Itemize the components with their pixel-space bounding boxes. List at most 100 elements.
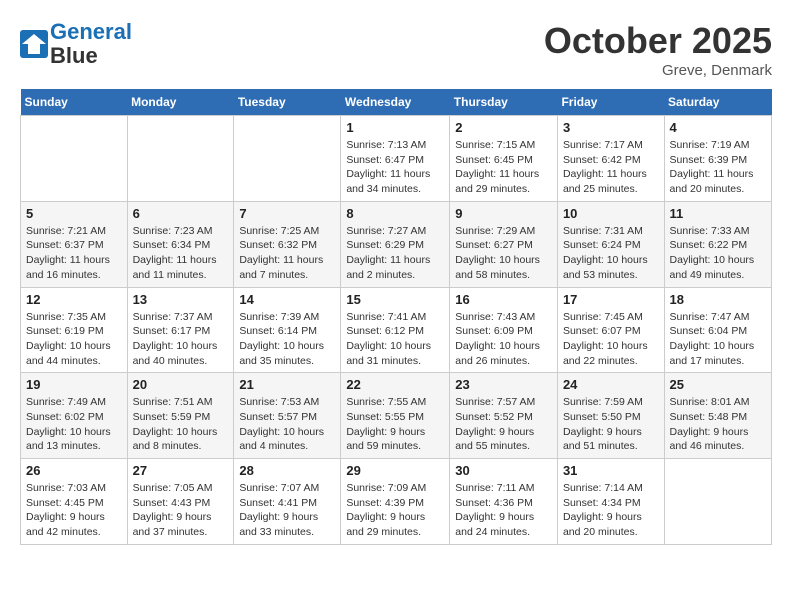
day-info: Sunrise: 7:05 AM Sunset: 4:43 PM Dayligh… [133, 481, 229, 540]
calendar-cell: 11 Sunrise: 7:33 AM Sunset: 6:22 PM Dayli… [664, 201, 771, 287]
calendar-cell [234, 116, 341, 202]
calendar-cell: 22Sunrise: 7:55 AM Sunset: 5:55 PM Dayli… [341, 373, 450, 459]
weekday-header: Wednesday [341, 89, 450, 116]
calendar-cell: 24Sunrise: 7:59 AM Sunset: 5:50 PM Dayli… [557, 373, 664, 459]
calendar-cell: 8Sunrise: 7:27 AM Sunset: 6:29 PM Daylig… [341, 201, 450, 287]
weekday-header: Friday [557, 89, 664, 116]
day-info: Sunrise: 7:25 AM Sunset: 6:32 PM Dayligh… [239, 224, 335, 283]
calendar-cell: 6 Sunrise: 7:23 AM Sunset: 6:34 PM Daylig… [127, 201, 234, 287]
location: Greve, Denmark [544, 62, 772, 79]
weekday-header: Sunday [21, 89, 128, 116]
calendar-cell: 18 Sunrise: 7:47 AM Sunset: 6:04 PM Dayli… [664, 287, 771, 373]
day-number: 9 [455, 206, 552, 221]
day-info: Sunrise: 7:49 AM Sunset: 6:02 PM Dayligh… [26, 395, 122, 454]
day-number: 21 [239, 377, 335, 392]
calendar-week-row: 1 Sunrise: 7:13 AM Sunset: 6:47 PM Daylig… [21, 116, 772, 202]
month-title: October 2025 [544, 20, 772, 62]
calendar-cell: 17 Sunrise: 7:45 AM Sunset: 6:07 PM Dayli… [557, 287, 664, 373]
calendar-cell: 12 Sunrise: 7:35 AM Sunset: 6:19 PM Dayli… [21, 287, 128, 373]
calendar-cell: 16 Sunrise: 7:43 AM Sunset: 6:09 PM Dayli… [450, 287, 558, 373]
day-info: Sunrise: 7:45 AM Sunset: 6:07 PM Dayligh… [563, 310, 659, 369]
calendar-cell: 28 Sunrise: 7:07 AM Sunset: 4:41 PM Dayli… [234, 459, 341, 545]
day-number: 16 [455, 292, 552, 307]
day-info: Sunrise: 7:19 AM Sunset: 6:39 PM Dayligh… [670, 138, 766, 197]
day-number: 17 [563, 292, 659, 307]
day-number: 12 [26, 292, 122, 307]
calendar-cell: 30Sunrise: 7:11 AM Sunset: 4:36 PM Dayli… [450, 459, 558, 545]
day-number: 13 [133, 292, 229, 307]
calendar-table: SundayMondayTuesdayWednesdayThursdayFrid… [20, 89, 772, 545]
day-number: 24 [563, 377, 659, 392]
day-info: Sunrise: 7:43 AM Sunset: 6:09 PM Dayligh… [455, 310, 552, 369]
calendar-cell: 26 Sunrise: 7:03 AM Sunset: 4:45 PM Dayli… [21, 459, 128, 545]
day-number: 31 [563, 463, 659, 478]
day-number: 4 [670, 120, 766, 135]
day-number: 15 [346, 292, 444, 307]
calendar-cell: 15 Sunrise: 7:41 AM Sunset: 6:12 PM Dayli… [341, 287, 450, 373]
calendar-cell [21, 116, 128, 202]
calendar-cell: 21 Sunrise: 7:53 AM Sunset: 5:57 PM Dayli… [234, 373, 341, 459]
day-number: 28 [239, 463, 335, 478]
calendar-week-row: 12 Sunrise: 7:35 AM Sunset: 6:19 PM Dayli… [21, 287, 772, 373]
page-header: General Blue October 2025 Greve, Denmark [20, 20, 772, 79]
day-number: 1 [346, 120, 444, 135]
calendar-cell: 25 Sunrise: 8:01 AM Sunset: 5:48 PM Dayli… [664, 373, 771, 459]
day-info: Sunrise: 8:01 AM Sunset: 5:48 PM Dayligh… [670, 395, 766, 454]
calendar-cell: 13 Sunrise: 7:37 AM Sunset: 6:17 PM Dayli… [127, 287, 234, 373]
day-info: Sunrise: 7:47 AM Sunset: 6:04 PM Dayligh… [670, 310, 766, 369]
day-info: Sunrise: 7:31 AM Sunset: 6:24 PM Dayligh… [563, 224, 659, 283]
day-info: Sunrise: 7:51 AM Sunset: 5:59 PM Dayligh… [133, 395, 229, 454]
day-number: 27 [133, 463, 229, 478]
day-info: Sunrise: 7:39 AM Sunset: 6:14 PM Dayligh… [239, 310, 335, 369]
day-info: Sunrise: 7:09 AM Sunset: 4:39 PM Dayligh… [346, 481, 444, 540]
weekday-header: Monday [127, 89, 234, 116]
calendar-cell: 14 Sunrise: 7:39 AM Sunset: 6:14 PM Dayli… [234, 287, 341, 373]
day-info: Sunrise: 7:07 AM Sunset: 4:41 PM Dayligh… [239, 481, 335, 540]
day-number: 6 [133, 206, 229, 221]
calendar-cell: 29 Sunrise: 7:09 AM Sunset: 4:39 PM Dayli… [341, 459, 450, 545]
day-info: Sunrise: 7:11 AM Sunset: 4:36 PM Dayligh… [455, 481, 552, 540]
day-number: 3 [563, 120, 659, 135]
calendar-cell: 3 Sunrise: 7:17 AM Sunset: 6:42 PM Daylig… [557, 116, 664, 202]
calendar-cell: 27 Sunrise: 7:05 AM Sunset: 4:43 PM Dayli… [127, 459, 234, 545]
calendar-cell: 2Sunrise: 7:15 AM Sunset: 6:45 PM Daylig… [450, 116, 558, 202]
calendar-cell: 10 Sunrise: 7:31 AM Sunset: 6:24 PM Dayli… [557, 201, 664, 287]
day-number: 7 [239, 206, 335, 221]
day-info: Sunrise: 7:17 AM Sunset: 6:42 PM Dayligh… [563, 138, 659, 197]
calendar-cell: 7 Sunrise: 7:25 AM Sunset: 6:32 PM Daylig… [234, 201, 341, 287]
day-info: Sunrise: 7:57 AM Sunset: 5:52 PM Dayligh… [455, 395, 552, 454]
day-info: Sunrise: 7:27 AM Sunset: 6:29 PM Dayligh… [346, 224, 444, 283]
calendar-cell: 20 Sunrise: 7:51 AM Sunset: 5:59 PM Dayli… [127, 373, 234, 459]
day-number: 14 [239, 292, 335, 307]
day-info: Sunrise: 7:03 AM Sunset: 4:45 PM Dayligh… [26, 481, 122, 540]
day-info: Sunrise: 7:37 AM Sunset: 6:17 PM Dayligh… [133, 310, 229, 369]
weekday-header: Saturday [664, 89, 771, 116]
day-number: 10 [563, 206, 659, 221]
day-info: Sunrise: 7:13 AM Sunset: 6:47 PM Dayligh… [346, 138, 444, 197]
day-number: 11 [670, 206, 766, 221]
day-number: 18 [670, 292, 766, 307]
day-info: Sunrise: 7:21 AM Sunset: 6:37 PM Dayligh… [26, 224, 122, 283]
logo-icon [20, 30, 48, 58]
calendar-cell [127, 116, 234, 202]
calendar-cell: 9 Sunrise: 7:29 AM Sunset: 6:27 PM Daylig… [450, 201, 558, 287]
day-info: Sunrise: 7:53 AM Sunset: 5:57 PM Dayligh… [239, 395, 335, 454]
day-info: Sunrise: 7:23 AM Sunset: 6:34 PM Dayligh… [133, 224, 229, 283]
day-number: 20 [133, 377, 229, 392]
calendar-cell [664, 459, 771, 545]
day-number: 25 [670, 377, 766, 392]
calendar-week-row: 26 Sunrise: 7:03 AM Sunset: 4:45 PM Dayli… [21, 459, 772, 545]
calendar-cell: 23Sunrise: 7:57 AM Sunset: 5:52 PM Dayli… [450, 373, 558, 459]
day-info: Sunrise: 7:41 AM Sunset: 6:12 PM Dayligh… [346, 310, 444, 369]
weekday-header: Thursday [450, 89, 558, 116]
day-number: 5 [26, 206, 122, 221]
day-number: 26 [26, 463, 122, 478]
calendar-week-row: 5 Sunrise: 7:21 AM Sunset: 6:37 PM Daylig… [21, 201, 772, 287]
day-info: Sunrise: 7:33 AM Sunset: 6:22 PM Dayligh… [670, 224, 766, 283]
day-number: 29 [346, 463, 444, 478]
calendar-week-row: 19 Sunrise: 7:49 AM Sunset: 6:02 PM Dayli… [21, 373, 772, 459]
day-number: 19 [26, 377, 122, 392]
day-info: Sunrise: 7:35 AM Sunset: 6:19 PM Dayligh… [26, 310, 122, 369]
day-info: Sunrise: 7:29 AM Sunset: 6:27 PM Dayligh… [455, 224, 552, 283]
day-number: 2 [455, 120, 552, 135]
